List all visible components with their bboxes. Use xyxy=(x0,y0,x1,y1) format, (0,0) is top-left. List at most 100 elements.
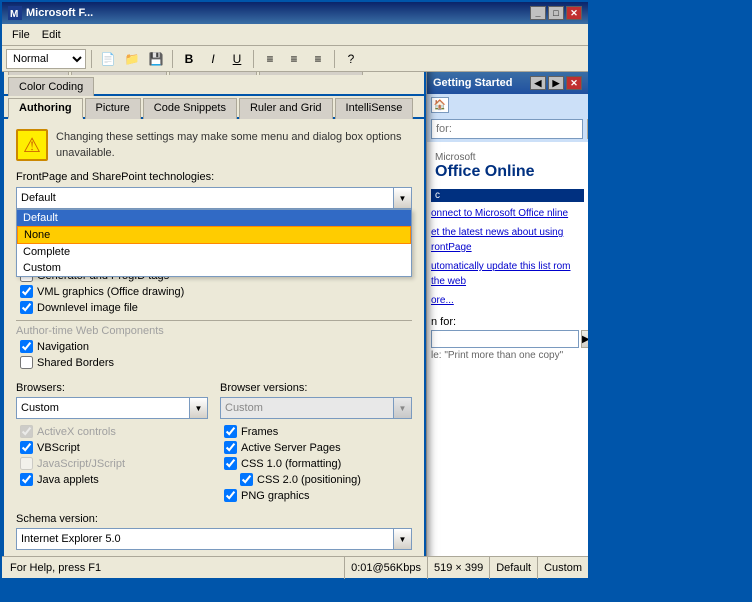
toolbar-btn-align-center[interactable]: ≡ xyxy=(283,49,305,69)
checkbox-vbscript-label: VBScript xyxy=(37,442,80,454)
tab-autothumbnail[interactable]: AutoThumbnail xyxy=(71,72,167,75)
checkbox-row-nav: Navigation xyxy=(16,340,412,353)
toolbar-btn-underline[interactable]: U xyxy=(226,49,248,69)
schema-dropdown-arrow[interactable]: ▼ xyxy=(393,529,411,549)
toolbar-separator-3 xyxy=(253,50,254,68)
checkbox-css1[interactable] xyxy=(224,457,237,470)
close-button[interactable]: ✕ xyxy=(566,6,582,20)
office-blue-bar: c xyxy=(431,189,584,202)
app-window-controls: _ □ ✕ xyxy=(530,6,582,20)
right-panel-title: Getting Started xyxy=(433,77,512,89)
app-title-bar: M Microsoft F... _ □ ✕ xyxy=(2,2,588,24)
link-update: utomatically update this list rom the we… xyxy=(431,259,584,289)
app-main-area: new_page_1.h... ▶ <body> Page Options ? xyxy=(2,72,588,556)
technology-dropdown[interactable]: Default ▼ xyxy=(16,187,412,209)
schema-value: Internet Explorer 5.0 xyxy=(17,533,393,545)
tab-general[interactable]: General xyxy=(8,72,69,75)
right-panel-controls: ◀ ▶ ✕ xyxy=(530,76,582,90)
checkbox-vml[interactable] xyxy=(20,285,33,298)
dropdown-option-custom[interactable]: Custom xyxy=(17,260,411,276)
dropdown-option-none[interactable]: None xyxy=(17,226,411,244)
author-web-label: Author-time Web Components xyxy=(16,320,412,337)
browser-versions-label: Browser versions: xyxy=(220,382,412,394)
browsers-dropdown[interactable]: Custom ▼ xyxy=(16,397,208,419)
toolbar-btn-align-left[interactable]: ≡ xyxy=(259,49,281,69)
link-connect: onnect to Microsoft Office nline xyxy=(431,206,584,221)
toolbar-btn-align-right[interactable]: ≡ xyxy=(307,49,329,69)
search-button[interactable]: ▶ xyxy=(587,119,588,139)
cb-css2-row: CSS 2.0 (positioning) xyxy=(220,473,412,486)
checkbox-shared-borders[interactable] xyxy=(20,356,33,369)
status-mode: Default xyxy=(489,557,537,579)
main-toolbar: Normal 📄 📁 💾 B I U ≡ ≡ ≡ ? xyxy=(2,46,588,72)
office-big-text: Office Online xyxy=(435,163,580,181)
schema-label: Schema version: xyxy=(16,513,412,525)
dropdown-option-default[interactable]: Default xyxy=(17,210,411,226)
style-dropdown[interactable]: Normal xyxy=(6,49,86,69)
right-panel-back[interactable]: ◀ xyxy=(530,76,546,90)
dialog-tabs: General AutoThumbnail Default Fonts Code… xyxy=(4,72,424,96)
link-more-text[interactable]: ore... xyxy=(431,295,454,306)
link-update-text[interactable]: utomatically update this list rom the we… xyxy=(431,261,571,287)
main-search-input[interactable] xyxy=(431,330,579,348)
minimize-button[interactable]: _ xyxy=(530,6,546,20)
link-news-text[interactable]: et the latest news about using rontPage xyxy=(431,227,563,253)
search-section-label: n for: xyxy=(431,316,456,328)
browsers-row: Browsers: Custom ▼ xyxy=(16,382,412,505)
dialog-overlay: Page Options ? ✕ General AutoThumbnail D… xyxy=(2,72,426,556)
menu-file[interactable]: File xyxy=(6,27,36,43)
checkbox-java[interactable] xyxy=(20,473,33,486)
checkbox-asp[interactable] xyxy=(224,441,237,454)
right-panel-header: Getting Started ◀ ▶ ✕ xyxy=(427,72,588,94)
browsers-dropdown-arrow[interactable]: ▼ xyxy=(189,398,207,418)
link-news: et the latest news about using rontPage xyxy=(431,225,584,255)
tab-color-coding[interactable]: Color Coding xyxy=(8,77,94,96)
search-hint: le: "Print more than one copy" xyxy=(431,350,584,361)
checkbox-png[interactable] xyxy=(224,489,237,502)
browser-versions-arrow[interactable]: ▼ xyxy=(393,398,411,418)
maximize-button[interactable]: □ xyxy=(548,6,564,20)
home-button[interactable]: 🏠 xyxy=(431,97,449,113)
office-bar-text: c xyxy=(435,190,440,201)
checkbox-navigation[interactable] xyxy=(20,340,33,353)
browser-versions-dropdown[interactable]: Custom ▼ xyxy=(220,397,412,419)
menu-edit[interactable]: Edit xyxy=(36,27,67,43)
svg-text:M: M xyxy=(10,9,18,20)
tab-intellisense[interactable]: IntelliSense xyxy=(335,98,414,119)
browsers-col: Browsers: Custom ▼ xyxy=(16,382,208,505)
toolbar-btn-2[interactable]: 📁 xyxy=(121,49,143,69)
schema-dropdown[interactable]: Internet Explorer 5.0 ▼ xyxy=(16,528,412,550)
status-bar: For Help, press F1 0:01@56Kbps 519 × 399… xyxy=(2,556,588,578)
toolbar-btn-1[interactable]: 📄 xyxy=(97,49,119,69)
technology-dropdown-list[interactable]: Default None Complete Custom xyxy=(16,209,412,277)
tab-code-formatting[interactable]: Code Formatting xyxy=(259,72,363,75)
right-panel-forward[interactable]: ▶ xyxy=(548,76,564,90)
checkbox-vbscript[interactable] xyxy=(20,441,33,454)
versions-col: Browser versions: Custom ▼ xyxy=(220,382,412,505)
checkbox-javascript[interactable] xyxy=(20,457,33,470)
checkbox-row-vml: VML graphics (Office drawing) xyxy=(16,285,412,298)
toolbar-btn-bold[interactable]: B xyxy=(178,49,200,69)
search-bar: ▶ xyxy=(427,116,588,142)
two-column-area: Generator and ProgID tags VML graphics (… xyxy=(16,269,412,372)
checkbox-downlevel[interactable] xyxy=(20,301,33,314)
checkbox-activex-label: ActiveX controls xyxy=(37,426,116,438)
right-panel-close[interactable]: ✕ xyxy=(566,76,582,90)
dropdown-option-complete[interactable]: Complete xyxy=(17,244,411,260)
app-window: M Microsoft F... _ □ ✕ File Edit Normal … xyxy=(0,0,590,580)
link-connect-text[interactable]: onnect to Microsoft Office nline xyxy=(431,208,568,219)
checkbox-frames[interactable] xyxy=(224,425,237,438)
toolbar-btn-3[interactable]: 💾 xyxy=(145,49,167,69)
toolbar-btn-help[interactable]: ? xyxy=(340,49,362,69)
tab-picture[interactable]: Picture xyxy=(85,98,141,119)
checkbox-css2[interactable] xyxy=(240,473,253,486)
tab-code-snippets[interactable]: Code Snippets xyxy=(143,98,237,119)
toolbar-btn-italic[interactable]: I xyxy=(202,49,224,69)
search-input[interactable] xyxy=(431,119,583,139)
main-search-button[interactable]: ▶ xyxy=(581,330,588,348)
technology-dropdown-arrow[interactable]: ▼ xyxy=(393,188,411,208)
tab-default-fonts[interactable]: Default Fonts xyxy=(169,72,256,75)
tab-authoring[interactable]: Authoring xyxy=(8,98,83,119)
tab-ruler-and-grid[interactable]: Ruler and Grid xyxy=(239,98,333,119)
checkbox-activex[interactable] xyxy=(20,425,33,438)
